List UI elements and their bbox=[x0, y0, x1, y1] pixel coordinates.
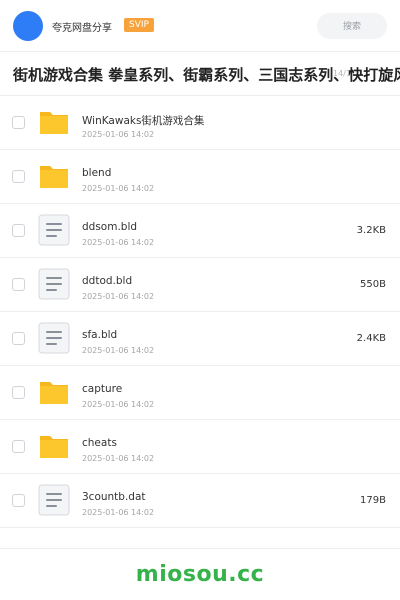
file-size: 3.2KB bbox=[356, 225, 386, 236]
file-row[interactable]: cheats 2025-01-06 14:02 bbox=[0, 420, 400, 474]
file-row[interactable]: ddsom.bld 2025-01-06 14:02 3.2KB bbox=[0, 204, 400, 258]
search-button[interactable]: 搜索 bbox=[317, 13, 387, 39]
vip-badge: SVIP bbox=[124, 18, 154, 32]
file-date: 2025-01-06 14:02 bbox=[82, 508, 155, 517]
document-icon bbox=[38, 268, 70, 300]
row-checkbox[interactable] bbox=[12, 116, 25, 129]
footer-divider bbox=[0, 548, 400, 549]
file-row[interactable]: 3countb.dat 2025-01-06 14:02 179B bbox=[0, 474, 400, 528]
file-date: 2025-01-06 14:02 bbox=[82, 292, 155, 301]
file-row[interactable]: capture 2025-01-06 14:02 bbox=[0, 366, 400, 420]
document-icon bbox=[38, 214, 70, 246]
row-checkbox[interactable] bbox=[12, 224, 25, 237]
file-date: 2025-01-06 14:02 bbox=[82, 184, 155, 193]
folder-icon bbox=[38, 106, 70, 138]
file-name: cheats bbox=[82, 437, 117, 449]
file-date: 2025-01-06 14:02 bbox=[82, 130, 155, 139]
file-size: 550B bbox=[360, 279, 386, 290]
row-checkbox[interactable] bbox=[12, 332, 25, 345]
row-checkbox[interactable] bbox=[12, 386, 25, 399]
title-meta: 14/1 bbox=[333, 69, 351, 78]
watermark: miosou.cc bbox=[135, 562, 265, 587]
file-row[interactable]: sfa.bld 2025-01-06 14:02 2.4KB bbox=[0, 312, 400, 366]
file-name: capture bbox=[82, 383, 123, 395]
file-name: WinKawaks街机游戏合集 bbox=[82, 115, 205, 127]
file-name: ddsom.bld bbox=[82, 221, 138, 233]
file-date: 2025-01-06 14:02 bbox=[82, 346, 155, 355]
row-checkbox[interactable] bbox=[12, 440, 25, 453]
folder-icon bbox=[38, 376, 70, 408]
file-list: WinKawaks街机游戏合集 2025-01-06 14:02 blend 2… bbox=[0, 96, 400, 528]
header-bar: 夸克网盘分享 SVIP 搜索 bbox=[0, 0, 400, 52]
document-icon bbox=[38, 322, 70, 354]
folder-icon bbox=[38, 430, 70, 462]
row-checkbox[interactable] bbox=[12, 278, 25, 291]
avatar[interactable] bbox=[13, 11, 43, 41]
row-checkbox[interactable] bbox=[12, 494, 25, 507]
file-row[interactable]: ddtod.bld 2025-01-06 14:02 550B bbox=[0, 258, 400, 312]
file-size: 2.4KB bbox=[356, 333, 386, 344]
file-row[interactable]: WinKawaks街机游戏合集 2025-01-06 14:02 bbox=[0, 96, 400, 150]
file-size: 179B bbox=[360, 495, 386, 506]
title-row: 街机游戏合集 拳皇系列、街霸系列、三国志系列、快打旋风 14/1 bbox=[0, 52, 400, 96]
file-name: ddtod.bld bbox=[82, 275, 133, 287]
file-name: 3countb.dat bbox=[82, 491, 146, 503]
row-checkbox[interactable] bbox=[12, 170, 25, 183]
username: 夸克网盘分享 bbox=[52, 23, 112, 34]
file-date: 2025-01-06 14:02 bbox=[82, 454, 155, 463]
file-name: blend bbox=[82, 167, 112, 179]
file-name: sfa.bld bbox=[82, 329, 118, 341]
file-row[interactable]: blend 2025-01-06 14:02 bbox=[0, 150, 400, 204]
folder-icon bbox=[38, 160, 70, 192]
file-date: 2025-01-06 14:02 bbox=[82, 400, 155, 409]
file-date: 2025-01-06 14:02 bbox=[82, 238, 155, 247]
document-icon bbox=[38, 484, 70, 516]
